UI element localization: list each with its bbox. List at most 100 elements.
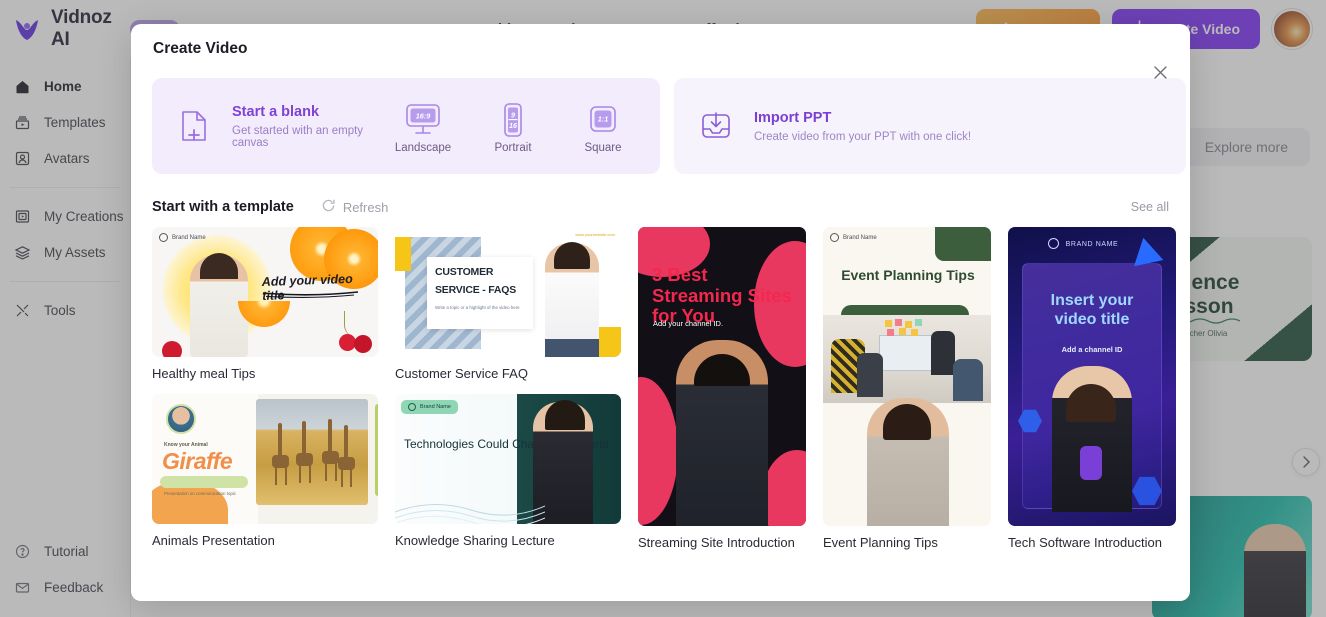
template-thumb-knowledge-sharing-lecture: Brand Name Technologies Could Change the… [395,394,621,524]
import-download-icon [694,104,738,148]
refresh-templates-button[interactable]: Refresh [321,198,389,216]
presenter-avatar [166,404,196,434]
ratio-label-landscape: Landscape [390,142,456,154]
thumb-title-line2: SERVICE - FAQS [435,284,525,296]
thumb-big-title: Giraffe [162,448,232,475]
ratio-label-square: Square [570,142,636,154]
template-thumb-streaming-site-introduction: 3 Best Streaming Sites for You Add your … [638,227,806,526]
yellow-bar-bottom [597,327,621,357]
pink-blob-3 [638,377,678,525]
start-blank-texts: Start a blank Get started with an empty … [216,104,390,149]
ratio-option-portrait[interactable]: 9 16 Portrait [480,99,546,154]
template-card-streaming-site-introduction[interactable]: 3 Best Streaming Sites for You Add your … [638,227,806,550]
template-thumb-customer-service-faq: CUSTOMER SERVICE - FAQS Write a topic or… [395,227,621,357]
presenter-shirt [1080,446,1102,480]
import-ppt-card[interactable]: Import PPT Create video from your PPT wi… [674,78,1186,174]
attendee-3 [931,331,955,375]
template-name: Healthy meal Tips [152,366,378,381]
screen-root: Vidnoz AI FREE Start AI Video Creation, … [0,0,1326,617]
refresh-icon [321,198,336,216]
ratio-badge-portrait-top: 9 [511,110,515,119]
template-thumb-event-planning-tips: Brand Name Event Planning Tips [823,227,991,526]
templates-column-2: CUSTOMER SERVICE - FAQS Write a topic or… [395,227,621,550]
wave-decoration-icon [395,492,545,524]
square-icon: 1:1 [570,99,636,141]
template-card-knowledge-sharing-lecture[interactable]: Brand Name Technologies Could Change the… [395,394,621,548]
brand-chip-label: BRAND NAME [1008,241,1176,248]
pink-blob-4 [762,450,806,526]
template-card-tech-software-introduction[interactable]: BRAND NAME Insert your video title Add a… [1008,227,1176,550]
green-side-bar [375,404,378,496]
template-thumb-animals-presentation: Know your Animal Giraffe Presentation on… [152,394,378,524]
underline-decoration-icon [262,291,360,298]
modal-title: Create Video [153,40,247,58]
template-card-animals-presentation[interactable]: Know your Animal Giraffe Presentation on… [152,394,378,548]
template-thumb-healthy-meal-tips: Add your video title Brand Name [152,227,378,357]
monitor-icon: 16:9 [390,99,456,141]
modal-header: Create Video [131,24,1190,58]
brand-chip: Brand Name [830,233,877,242]
import-ppt-subtitle: Create video from your PPT with one clic… [754,131,971,143]
templates-section-title: Start with a template [152,199,294,215]
ratio-badge-landscape: 16:9 [416,111,432,120]
thumb-title-line1: CUSTOMER [435,266,525,278]
brand-logo-icon [830,233,839,242]
template-thumb-tech-software-introduction: BRAND NAME Insert your video title Add a… [1008,227,1176,526]
cherry-2 [354,335,372,353]
brand-chip-label: Brand Name [172,235,206,241]
thumb-overlay-title: Event Planning Tips [835,267,981,283]
template-card-customer-service-faq[interactable]: CUSTOMER SERVICE - FAQS Write a topic or… [395,227,621,381]
thumb-overlay-title: Add your video title [262,271,378,303]
brand-chip-label: Brand Name [420,404,451,410]
template-name: Tech Software Introduction [1008,535,1176,550]
new-document-plus-icon [172,104,216,148]
brand-chip-label: Brand Name [843,235,877,241]
start-blank-title: Start a blank [232,104,390,120]
start-blank-card[interactable]: Start a blank Get started with an empty … [152,78,660,174]
meeting-photo [823,315,991,403]
ratio-badge-square: 1:1 [598,114,609,123]
template-name: Customer Service FAQ [395,366,621,381]
thumb-subtitle: Add a channel ID [1008,345,1176,354]
create-options-row: Start a blank Get started with an empty … [131,58,1190,174]
thumb-sub-text: Presentation on communication topic [164,490,236,497]
template-name: Animals Presentation [152,533,378,548]
cherry-3 [162,341,182,357]
template-card-event-planning-tips[interactable]: Brand Name Event Planning Tips [823,227,991,550]
phone-icon: 9 16 [480,99,546,141]
template-name: Knowledge Sharing Lecture [395,533,621,548]
giraffe-photo [256,399,368,505]
templates-column-1: Add your video title Brand Name Healthy … [152,227,378,550]
thumb-overlay-title: 3 Best Streaming Sites for You [652,265,794,327]
ratio-badge-portrait-bottom: 16 [509,121,518,130]
see-all-link[interactable]: See all [1131,200,1169,214]
templates-grid: Add your video title Brand Name Healthy … [131,216,1190,550]
brand-chip: Brand Name [401,400,458,414]
thumb-url-text: www.yourwebsite.com [575,232,615,237]
green-corner-block [935,227,991,261]
green-highlight-bar [160,476,248,488]
import-ppt-texts: Import PPT Create video from your PPT wi… [738,110,971,143]
ratio-option-landscape[interactable]: 16:9 Landscape [390,99,456,154]
attendee-4 [953,359,983,401]
brand-logo-icon [408,403,416,411]
close-icon[interactable] [1149,61,1171,83]
templates-section-header: Start with a template Refresh See all [131,174,1190,216]
brand-logo-icon [159,233,168,242]
brand-chip: Brand Name [159,233,206,242]
thumb-subtitle: Write a topic or a highlight of the vide… [435,305,525,310]
title-panel: CUSTOMER SERVICE - FAQS Write a topic or… [427,257,533,329]
yellow-bar-left [395,237,411,271]
template-name: Streaming Site Introduction [638,535,806,550]
import-ppt-title: Import PPT [754,110,971,126]
aspect-ratio-options: 16:9 Landscape 9 [390,99,640,154]
ratio-option-square[interactable]: 1:1 Square [570,99,636,154]
create-video-modal: Create Video Start a blank Get st [131,24,1190,601]
template-name: Event Planning Tips [823,535,991,550]
refresh-label: Refresh [343,200,389,215]
start-blank-subtitle: Get started with an empty canvas [232,125,390,149]
template-card-healthy-meal-tips[interactable]: Add your video title Brand Name Healthy … [152,227,378,381]
attendee-2 [857,353,883,397]
ratio-label-portrait: Portrait [480,142,546,154]
thumb-overlay-title: Insert your video title [1008,291,1176,329]
